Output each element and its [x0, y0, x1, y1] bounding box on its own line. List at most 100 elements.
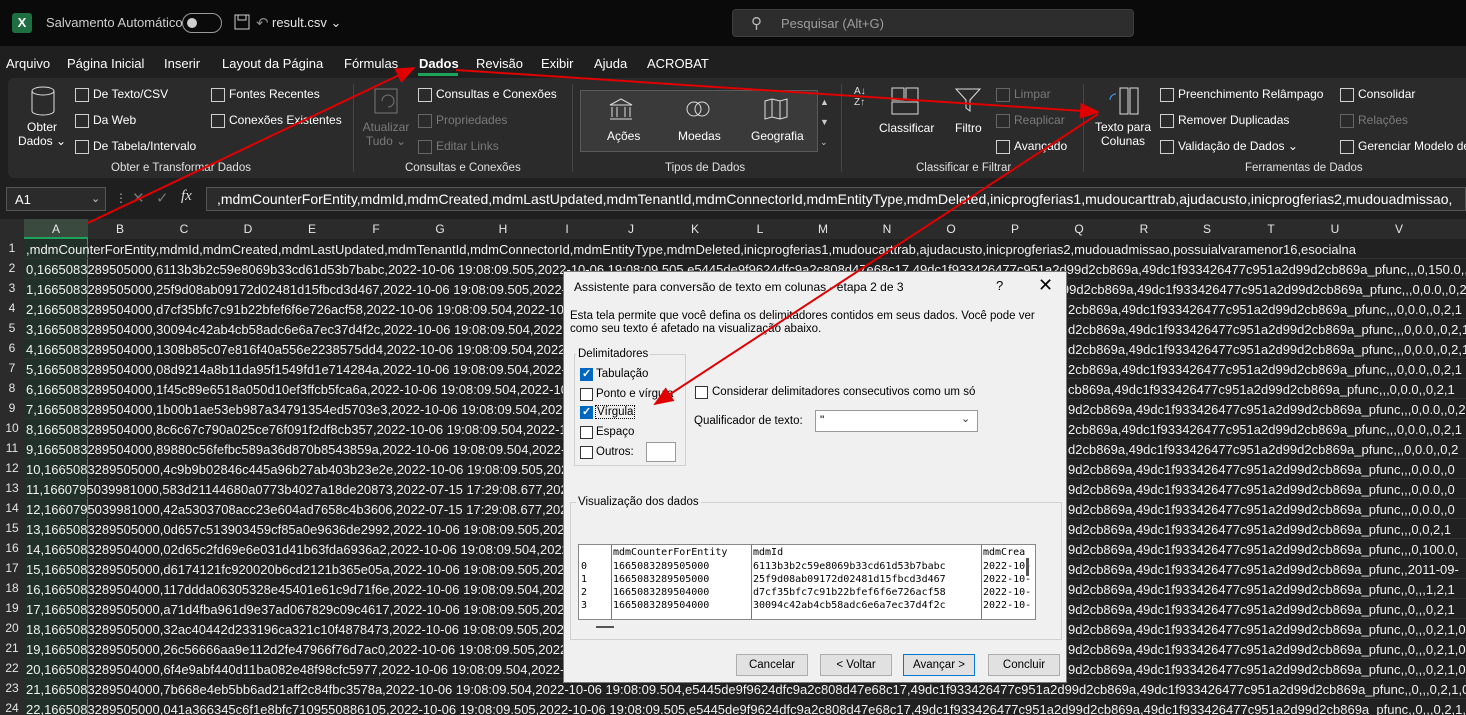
- preview-vertical-scrollbar[interactable]: [1026, 558, 1029, 576]
- cancel-button[interactable]: Cancelar: [736, 654, 808, 676]
- refresh-all-button[interactable]: Atualizar Tudo ⌄: [360, 120, 412, 148]
- next-button[interactable]: Avançar >: [903, 654, 975, 676]
- formula-input[interactable]: ,mdmCounterForEntity,mdmId,mdmCreated,md…: [206, 187, 1466, 211]
- geography-button[interactable]: Geografia: [751, 129, 804, 143]
- row-header[interactable]: 1: [0, 241, 24, 255]
- column-header-f[interactable]: F: [366, 222, 386, 236]
- tab-checkbox[interactable]: [580, 367, 593, 381]
- column-header-e[interactable]: E: [302, 222, 322, 236]
- close-icon[interactable]: ✕: [1038, 275, 1053, 296]
- row-header[interactable]: 15: [0, 521, 24, 535]
- consecutive-delimiters-checkbox[interactable]: [695, 386, 708, 399]
- row-header[interactable]: 23: [0, 681, 24, 695]
- from-table-button[interactable]: De Tabela/Intervalo: [75, 139, 196, 154]
- row-header[interactable]: 17: [0, 561, 24, 575]
- column-header-p[interactable]: P: [1005, 222, 1025, 236]
- column-header-q[interactable]: Q: [1069, 222, 1089, 236]
- row-header[interactable]: 4: [0, 301, 24, 315]
- space-checkbox[interactable]: [580, 426, 593, 439]
- help-icon[interactable]: ?: [996, 278, 1003, 293]
- existing-connections-button[interactable]: Conexões Existentes: [211, 113, 342, 128]
- insert-function-icon[interactable]: fx: [181, 188, 192, 205]
- row-header[interactable]: 9: [0, 401, 24, 415]
- tab-acrobat[interactable]: ACROBAT: [647, 56, 709, 71]
- remove-duplicates-button[interactable]: Remover Duplicadas: [1160, 113, 1289, 128]
- manage-data-model-button[interactable]: Gerenciar Modelo de: [1340, 139, 1466, 154]
- search-box[interactable]: ⚲ Pesquisar (Alt+G): [732, 9, 1134, 37]
- other-checkbox[interactable]: [580, 446, 593, 459]
- from-web-button[interactable]: Da Web: [75, 113, 136, 128]
- column-header-u[interactable]: U: [1325, 222, 1345, 236]
- column-header-j[interactable]: J: [621, 222, 641, 236]
- undo-icon[interactable]: ↶: [256, 14, 269, 32]
- finish-button[interactable]: Concluir: [988, 654, 1060, 676]
- tab-pagina-inicial[interactable]: Página Inicial: [67, 56, 144, 71]
- gallery-scroll[interactable]: ▲ ▼ ⌄: [820, 92, 829, 152]
- row-header[interactable]: 14: [0, 501, 24, 515]
- column-header-h[interactable]: H: [493, 222, 513, 236]
- column-header-m[interactable]: M: [813, 222, 833, 236]
- sort-button[interactable]: Classificar: [879, 121, 934, 135]
- text-to-columns-button[interactable]: Texto para Colunas: [1092, 120, 1154, 148]
- tab-formulas[interactable]: Fórmulas: [344, 56, 398, 71]
- column-header-a[interactable]: A: [46, 222, 66, 236]
- relationships-button[interactable]: Relações: [1340, 113, 1408, 128]
- row-header[interactable]: 8: [0, 381, 24, 395]
- stocks-button[interactable]: Ações: [607, 129, 640, 143]
- row-header[interactable]: 19: [0, 601, 24, 615]
- recent-sources-button[interactable]: Fontes Recentes: [211, 87, 320, 102]
- currencies-button[interactable]: Moedas: [678, 129, 721, 143]
- row-header[interactable]: 2: [0, 261, 24, 275]
- tab-layout[interactable]: Layout da Página: [222, 56, 323, 71]
- column-header-v[interactable]: V: [1389, 222, 1409, 236]
- tab-inserir[interactable]: Inserir: [164, 56, 200, 71]
- row-header[interactable]: 16: [0, 541, 24, 555]
- row-header[interactable]: 24: [0, 701, 24, 715]
- data-preview-table[interactable]: mdmCounterForEntity mdmId mdmCrea 0 16650832…: [578, 544, 1036, 620]
- back-button[interactable]: < Voltar: [820, 654, 892, 676]
- file-name[interactable]: result.csv ⌄: [272, 15, 341, 31]
- row-header[interactable]: 6: [0, 341, 24, 355]
- row-header[interactable]: 7: [0, 361, 24, 375]
- column-header-d[interactable]: D: [238, 222, 258, 236]
- column-header-s[interactable]: S: [1197, 222, 1217, 236]
- semicolon-checkbox[interactable]: [580, 388, 593, 401]
- comma-checkbox[interactable]: [580, 405, 593, 419]
- row-header[interactable]: 3: [0, 281, 24, 295]
- cancel-icon[interactable]: ✕: [132, 189, 145, 207]
- reapply-button[interactable]: Reaplicar: [996, 113, 1065, 128]
- column-header-l[interactable]: L: [750, 222, 770, 236]
- column-header-r[interactable]: R: [1134, 222, 1154, 236]
- queries-connections-button[interactable]: Consultas e Conexões: [418, 87, 557, 102]
- column-header-o[interactable]: O: [941, 222, 961, 236]
- clear-button[interactable]: Limpar: [996, 87, 1051, 102]
- row-header[interactable]: 11: [0, 441, 24, 455]
- advanced-button[interactable]: Avançado: [996, 139, 1067, 154]
- sort-az-icon[interactable]: A↓ Z↑: [854, 86, 866, 108]
- name-box[interactable]: A1 ⌄: [6, 187, 106, 211]
- column-header-n[interactable]: N: [877, 222, 897, 236]
- table-row[interactable]: ,mdmCounterForEntity,mdmId,mdmCreated,md…: [24, 239, 1466, 259]
- row-header[interactable]: 10: [0, 421, 24, 435]
- row-header[interactable]: 12: [0, 461, 24, 475]
- tab-dados[interactable]: Dados: [419, 56, 459, 71]
- data-validation-button[interactable]: Validação de Dados ⌄: [1160, 139, 1298, 154]
- column-header-k[interactable]: K: [685, 222, 705, 236]
- properties-button[interactable]: Propriedades: [418, 113, 507, 128]
- other-delimiter-input[interactable]: [646, 442, 676, 462]
- column-header-c[interactable]: C: [174, 222, 194, 236]
- save-icon[interactable]: [234, 14, 250, 30]
- tab-revisao[interactable]: Revisão: [476, 56, 523, 71]
- confirm-icon[interactable]: ✓: [156, 189, 169, 207]
- row-header[interactable]: 5: [0, 321, 24, 335]
- tab-arquivo[interactable]: Arquivo: [6, 56, 50, 71]
- row-header[interactable]: 20: [0, 621, 24, 635]
- column-header-b[interactable]: B: [110, 222, 130, 236]
- edit-links-button[interactable]: Editar Links: [418, 139, 499, 154]
- row-header[interactable]: 22: [0, 661, 24, 675]
- text-qualifier-select[interactable]: " ⌄: [815, 410, 978, 432]
- preview-horizontal-scrollbar[interactable]: [596, 626, 614, 628]
- autosave-toggle[interactable]: [182, 13, 222, 33]
- get-data-button[interactable]: Obter Dados ⌄: [16, 120, 68, 148]
- row-header[interactable]: 18: [0, 581, 24, 595]
